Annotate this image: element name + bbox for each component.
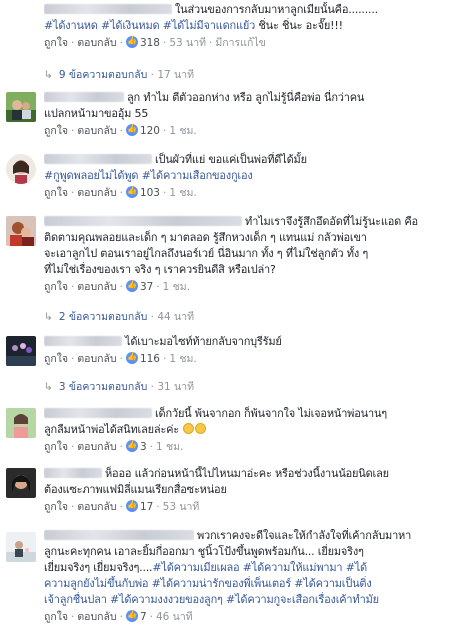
comment-text: ในส่วนของการกลับมาหาลูกเมียนั้นคือ......… — [44, 2, 446, 18]
hashtags[interactable]: เจ้าลูกชื่นปลา #ได้ความงงงวยของลูกๆ #ได้… — [44, 592, 446, 608]
comment-text: แปลกหน้ามาขออุ้ม 55 — [44, 107, 149, 120]
timestamp[interactable]: 1 ชม. — [169, 125, 196, 137]
comment-actions: ถูกใจ·ตอบกลับ·318·53 นาที·มีการแก้ไข — [44, 34, 446, 52]
smile-emoji-icon — [195, 423, 207, 434]
edited-label[interactable]: มีการแก้ไข — [215, 37, 265, 49]
like-link[interactable]: ถูกใจ — [44, 441, 68, 453]
reply-arrow-icon: ↳ — [44, 381, 53, 393]
comment-text: ลูก ทำไม ตีตัวออกห่าง หรือ ลูกไม่รู้นี่ค… — [44, 90, 446, 106]
avatar[interactable] — [6, 216, 36, 246]
comment-text: ห็อออ แล้วก่อนหน้านี้ไปไหนมาอ่ะคะ หรือช่… — [44, 466, 446, 482]
avatar[interactable] — [6, 468, 36, 498]
author-name[interactable] — [44, 336, 122, 346]
smile-emoji-icon — [183, 423, 195, 434]
timestamp[interactable]: 1 ชม. — [169, 187, 196, 199]
comment-actions: ถูกใจ·ตอบกลับ·116·1 ชม. — [44, 350, 446, 368]
author-name[interactable] — [44, 4, 172, 14]
like-icon — [125, 279, 138, 292]
reply-link[interactable]: ตอบกลับ — [77, 187, 116, 199]
author-name[interactable] — [44, 154, 152, 164]
like-icon — [125, 123, 138, 136]
comment-text: เยี่ยมจริงๆ เยี่ยมจริงๆ....#ได้ความเมียเ… — [44, 561, 367, 574]
like-count[interactable]: 120 — [140, 125, 160, 137]
author-name[interactable] — [44, 92, 124, 102]
timestamp[interactable]: 1 ชม. — [169, 353, 196, 365]
reply-arrow-icon: ↳ — [44, 69, 53, 81]
reply-link[interactable]: ตอบกลับ — [77, 611, 116, 623]
comment-text: เป็นผัวที่แย่ ขอแค่เป็นพ่อที่ดีได้มั้ย — [44, 152, 446, 168]
comment-feed: ในส่วนของการกลับมาหาลูกเมียนั้นคือ......… — [0, 0, 455, 640]
comment-text: ลูกลืมหน้าพ่อได้สนิทเลยล่ะค่ะ — [44, 422, 446, 438]
comment-text: ติดตามคุณพลอยและเด็ก ๆ มาตลอด รู้สึกหวงเ… — [44, 231, 367, 244]
reply-link[interactable]: ตอบกลับ — [77, 441, 116, 453]
reply-link[interactable]: ตอบกลับ — [77, 37, 116, 49]
hashtags[interactable]: #ได้ความเมียเผลอ #ได้ความให้แม่พามา #ได้ — [152, 561, 367, 574]
comment-text: ทำไมเราจึงรู้สึกอึดอัดที่ไม่รู้นะแอด คือ — [44, 214, 446, 230]
comment-actions: ถูกใจ·ตอบกลับ·120·1 ชม. — [44, 122, 446, 140]
comment-actions: ถูกใจ·ตอบกลับ·37·1 ชม. — [44, 278, 446, 296]
comment-actions: ถูกใจ·ตอบกลับ·17·53 นาที — [44, 498, 446, 516]
like-link[interactable]: ถูกใจ — [44, 125, 68, 137]
avatar[interactable] — [6, 92, 36, 122]
comment-text: ที่ไม่ใช่เรื่องของเรา จริง ๆ เราควรยินดี… — [44, 263, 276, 276]
comment-text: ต้องแซะภาพแฟมิลี่แมนเรียกสื่อซะหน่อย — [44, 483, 227, 496]
timestamp[interactable]: 1 ชม. — [156, 441, 183, 453]
timestamp[interactable]: 53 นาที — [169, 37, 206, 49]
like-count[interactable]: 318 — [140, 37, 160, 49]
like-count[interactable]: 37 — [140, 281, 153, 293]
like-link[interactable]: ถูกใจ — [44, 281, 68, 293]
view-replies[interactable]: ↳ 3 ข้อความตอบกลับ · 31 นาที — [44, 378, 194, 396]
reply-link[interactable]: ตอบกลับ — [77, 125, 116, 137]
like-count[interactable]: 3 — [140, 441, 147, 453]
view-replies-0[interactable]: ↳ 9 ข้อความตอบกลับ · 17 นาที — [44, 66, 194, 84]
timestamp[interactable]: 1 ชม. — [163, 281, 190, 293]
like-icon — [125, 439, 138, 452]
like-icon — [125, 609, 138, 622]
comment-text: พวกเราคงจะดีใจและให้กำลังใจที่เค้ากลับมา… — [44, 528, 446, 544]
like-link[interactable]: ถูกใจ — [44, 353, 68, 365]
author-name[interactable] — [44, 530, 194, 540]
avatar[interactable] — [6, 4, 36, 34]
like-link[interactable]: ถูกใจ — [44, 37, 68, 49]
like-count[interactable]: 17 — [140, 501, 153, 513]
like-link[interactable]: ถูกใจ — [44, 501, 68, 513]
hashtags[interactable]: #ได้งานหด #ได้เงินหมด #ได้ไม่มีจาแดกแย้ว — [44, 19, 255, 32]
avatar[interactable] — [6, 408, 36, 438]
avatar[interactable] — [6, 154, 36, 184]
like-count[interactable]: 103 — [140, 187, 160, 199]
comment-text: #ได้งานหด #ได้เงินหมด #ได้ไม่มีจาแดกแย้ว… — [44, 19, 343, 32]
reply-link[interactable]: ตอบกลับ — [77, 501, 116, 513]
like-link[interactable]: ถูกใจ — [44, 611, 68, 623]
author-name[interactable] — [44, 408, 152, 418]
like-link[interactable]: ถูกใจ — [44, 187, 68, 199]
comment-text: เด็กวัยนี้ พ้นจากอก ก็พ้นจากใจ ไม่เจอหน้… — [44, 406, 446, 422]
hashtags[interactable]: ความลูกยังไม่ขึ้นกับพ่อ #ได้ความน่ารักขอ… — [44, 576, 446, 592]
avatar[interactable] — [6, 336, 36, 366]
hashtags[interactable]: #กูพูดพลอยไม่ได้พูด #ได้ความเสือกของกูเอ… — [44, 168, 446, 184]
comment-actions: ถูกใจ·ตอบกลับ·7·46 นาที — [44, 608, 446, 626]
timestamp[interactable]: 46 นาที — [156, 611, 193, 623]
reply-link[interactable]: ตอบกลับ — [77, 281, 116, 293]
like-count[interactable]: 7 — [140, 611, 147, 623]
author-name[interactable] — [44, 216, 242, 226]
reply-link[interactable]: ตอบกลับ — [77, 353, 116, 365]
like-count[interactable]: 116 — [140, 353, 160, 365]
comment-text: จะเอาลูกไป ตอนเราอยู่ไกลถึงนอร์เวย์ นี่อ… — [44, 247, 369, 260]
timestamp[interactable]: 53 นาที — [163, 501, 200, 513]
view-replies[interactable]: ↳ 2 ข้อความตอบกลับ · 44 นาที — [44, 308, 194, 326]
author-name[interactable] — [44, 468, 102, 478]
like-icon — [125, 351, 138, 364]
comment-actions: ถูกใจ·ตอบกลับ·3·1 ชม. — [44, 438, 446, 456]
reply-arrow-icon: ↳ — [44, 311, 53, 323]
like-icon — [125, 499, 138, 512]
comment-text: ลูกนะคะทุกคน เอาละยิ้มกี่ออกมา ชูนิ้วโป้… — [44, 545, 364, 558]
like-icon — [125, 185, 138, 198]
avatar[interactable] — [6, 532, 36, 562]
like-icon — [125, 35, 138, 48]
comment-actions: ถูกใจ·ตอบกลับ·103·1 ชม. — [44, 184, 446, 202]
comment-text: ได้เบาะมอไซท์ท้ายกลับจากบุรีรัมย์ — [44, 334, 446, 350]
